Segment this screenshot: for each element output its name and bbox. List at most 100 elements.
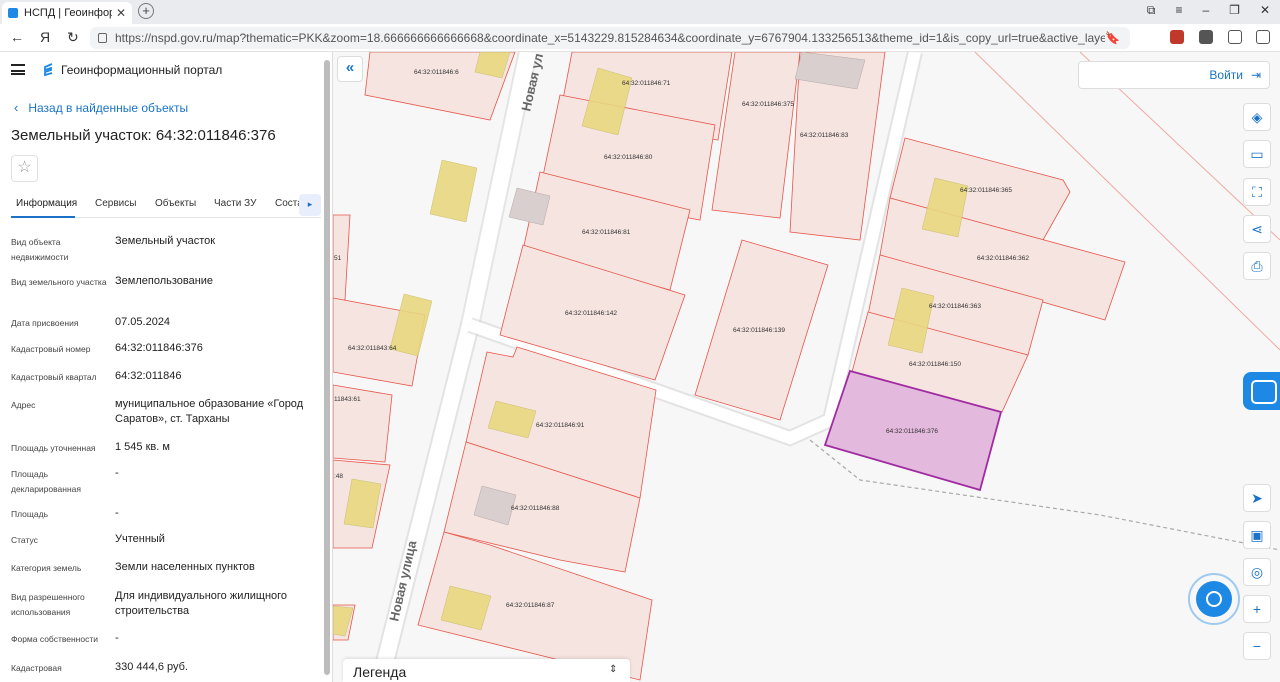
parcel-label: 64:32:011843:64 bbox=[348, 345, 397, 352]
attr-label: Площадь уточненная bbox=[11, 443, 96, 453]
parcel-label: 64:32:011846:139 bbox=[733, 327, 785, 334]
building bbox=[429, 159, 478, 223]
attr-value: Для индивидуального жилищного строительс… bbox=[115, 590, 288, 617]
legend-panel[interactable]: Легенда ⇕ bbox=[343, 659, 630, 682]
yandex-icon[interactable]: Я bbox=[40, 29, 50, 45]
attr-value: 64:32:011846 bbox=[115, 370, 182, 382]
parcel-label: 64:32:011846:363 bbox=[929, 303, 981, 310]
share-button[interactable]: ⋖ bbox=[1243, 215, 1271, 243]
attr-label: Форма собственности bbox=[11, 634, 98, 644]
attr-label: Кадастровый номер bbox=[11, 344, 91, 354]
attr-value: Учтенный bbox=[115, 533, 165, 545]
parcel-label: 64:32:011846:376 bbox=[886, 428, 938, 435]
window-controls: ⧉ ≡ – ❐ ✕ bbox=[1147, 3, 1270, 18]
bookmark-icon[interactable]: 🔖 bbox=[1105, 31, 1120, 45]
browser-nav-bar: ← Я ↻ https://nspd.gov.ru/map?thematic=P… bbox=[0, 24, 1280, 52]
zoom-out-button[interactable]: − bbox=[1243, 632, 1271, 660]
collapse-panel-button[interactable]: « bbox=[337, 56, 363, 82]
extension-icon[interactable] bbox=[1199, 30, 1213, 44]
restore-icon[interactable]: ❐ bbox=[1229, 3, 1240, 18]
location-pin-button[interactable]: ◎ bbox=[1243, 558, 1271, 586]
cadastral-map[interactable]: Новая ул Новая улица 64:32:011846:6 64:3… bbox=[333, 52, 1280, 682]
parcel-label: 11843:61 bbox=[334, 396, 361, 403]
attr-label: Адрес bbox=[11, 400, 36, 410]
object-info-panel: Геоинформационный портал ‹ Назад в найден… bbox=[0, 52, 333, 682]
parcel-label: 64:32:011846:87 bbox=[506, 602, 555, 609]
extension-icon[interactable] bbox=[1170, 30, 1184, 44]
parcel-label: 64:32:011846:150 bbox=[909, 361, 961, 368]
print-icon: ⎙ bbox=[1251, 258, 1263, 274]
expand-chevrons-icon[interactable]: ⇕ bbox=[609, 664, 617, 675]
tab-services[interactable]: Сервисы bbox=[95, 198, 136, 209]
layers-button[interactable]: ◈ bbox=[1243, 103, 1271, 131]
chat-icon bbox=[1196, 581, 1232, 617]
login-icon[interactable]: ⇥ bbox=[1251, 68, 1261, 82]
tab-parts[interactable]: Части ЗУ bbox=[214, 198, 256, 209]
legend-label: Легенда bbox=[353, 664, 407, 680]
plus-icon: + bbox=[1252, 601, 1262, 617]
location-pin-icon: ◎ bbox=[1250, 564, 1264, 580]
hamburger-menu-icon[interactable] bbox=[11, 64, 25, 75]
ruler-button[interactable]: ▭ bbox=[1243, 140, 1271, 168]
parcel-label: 51 bbox=[334, 255, 342, 262]
bookmarks-icon[interactable]: ⧉ bbox=[1147, 3, 1156, 18]
minimap-icon: ▣ bbox=[1250, 527, 1264, 543]
attr-label: Кадастровая bbox=[11, 663, 62, 673]
back-arrow-icon[interactable]: ← bbox=[10, 29, 24, 45]
browser-tab-bar: НСПД | Геоинформацио ✕ + ⧉ ≡ – ❐ ✕ bbox=[0, 0, 1280, 24]
tab-information[interactable]: Информация bbox=[16, 198, 77, 209]
attr-value: Землепользование bbox=[115, 275, 214, 287]
parcel-label: 64:32:011846:83 bbox=[800, 132, 849, 139]
attr-value: 330 444,6 руб. bbox=[115, 661, 188, 673]
login-button[interactable]: Войти bbox=[1209, 68, 1243, 82]
attr-value: 64:32:011846:376 bbox=[115, 342, 203, 354]
portal-title: Геоинформационный портал bbox=[61, 63, 223, 77]
select-area-button[interactable]: ⛶ bbox=[1243, 178, 1271, 206]
extension-icon[interactable] bbox=[1228, 30, 1242, 44]
browser-tab-title: НСПД | Геоинформацио bbox=[24, 7, 112, 19]
map-canvas[interactable]: Новая ул Новая улица 64:32:011846:6 64:3… bbox=[333, 52, 1280, 682]
panel-scrollbar[interactable] bbox=[324, 60, 330, 675]
attr-value: Земли населенных пунктов bbox=[115, 561, 255, 573]
attr-label: Вид разрешенного использования bbox=[11, 592, 85, 617]
print-button[interactable]: ⎙ bbox=[1243, 252, 1271, 280]
attr-value: - bbox=[115, 507, 119, 519]
close-tab-icon[interactable]: ✕ bbox=[116, 6, 126, 20]
parcel-label: 64:32:011846:81 bbox=[582, 229, 631, 236]
new-tab-button[interactable]: + bbox=[138, 3, 154, 19]
attr-label: Статус bbox=[11, 535, 38, 545]
geolocation-button[interactable]: ➤ bbox=[1243, 484, 1271, 512]
tabs-scroll-right-button[interactable]: ▸ bbox=[299, 194, 321, 216]
reload-icon[interactable]: ↻ bbox=[67, 29, 79, 46]
minus-icon: − bbox=[1252, 638, 1262, 654]
active-tab-indicator bbox=[11, 216, 75, 218]
attr-label: Площадь bbox=[11, 509, 49, 519]
zoom-in-button[interactable]: + bbox=[1243, 595, 1271, 623]
menu-icon[interactable]: ≡ bbox=[1175, 3, 1182, 18]
minimap-button[interactable]: ▣ bbox=[1243, 521, 1271, 549]
tab-objects[interactable]: Объекты bbox=[155, 198, 196, 209]
favorite-star-button[interactable]: ☆ bbox=[11, 155, 38, 182]
chat-button[interactable] bbox=[1188, 573, 1240, 625]
star-icon: ☆ bbox=[17, 159, 32, 176]
site-favicon-icon bbox=[8, 8, 18, 18]
downloads-icon[interactable] bbox=[1256, 30, 1270, 44]
attr-label: Дата присвоения bbox=[11, 318, 79, 328]
minimize-icon[interactable]: – bbox=[1202, 3, 1209, 18]
parcel-label: 64:32:011846:6 bbox=[414, 69, 459, 76]
back-link-label: Назад в найденные объекты bbox=[28, 101, 189, 115]
attr-label: Вид объекта недвижимости bbox=[11, 237, 69, 262]
address-bar[interactable]: https://nspd.gov.ru/map?thematic=PKK&zoo… bbox=[90, 27, 1130, 49]
attr-label: Вид земельного участка bbox=[11, 277, 107, 287]
back-to-results-link[interactable]: ‹ Назад в найденные объекты bbox=[14, 100, 188, 115]
parcel-label: :48 bbox=[334, 473, 343, 480]
close-window-icon[interactable]: ✕ bbox=[1260, 3, 1270, 18]
attr-value: 07.05.2024 bbox=[115, 316, 171, 328]
attr-label: Кадастровый квартал bbox=[11, 372, 97, 382]
share-icon: ⋖ bbox=[1251, 221, 1263, 237]
attr-label: Категория земель bbox=[11, 563, 82, 573]
parcel-label: 64:32:011846:80 bbox=[604, 154, 653, 161]
object-tabs: Информация Сервисы Объекты Части ЗУ Сост… bbox=[11, 196, 321, 218]
browser-tab[interactable]: НСПД | Геоинформацио ✕ bbox=[2, 2, 132, 24]
feedback-side-tab[interactable] bbox=[1243, 372, 1280, 410]
